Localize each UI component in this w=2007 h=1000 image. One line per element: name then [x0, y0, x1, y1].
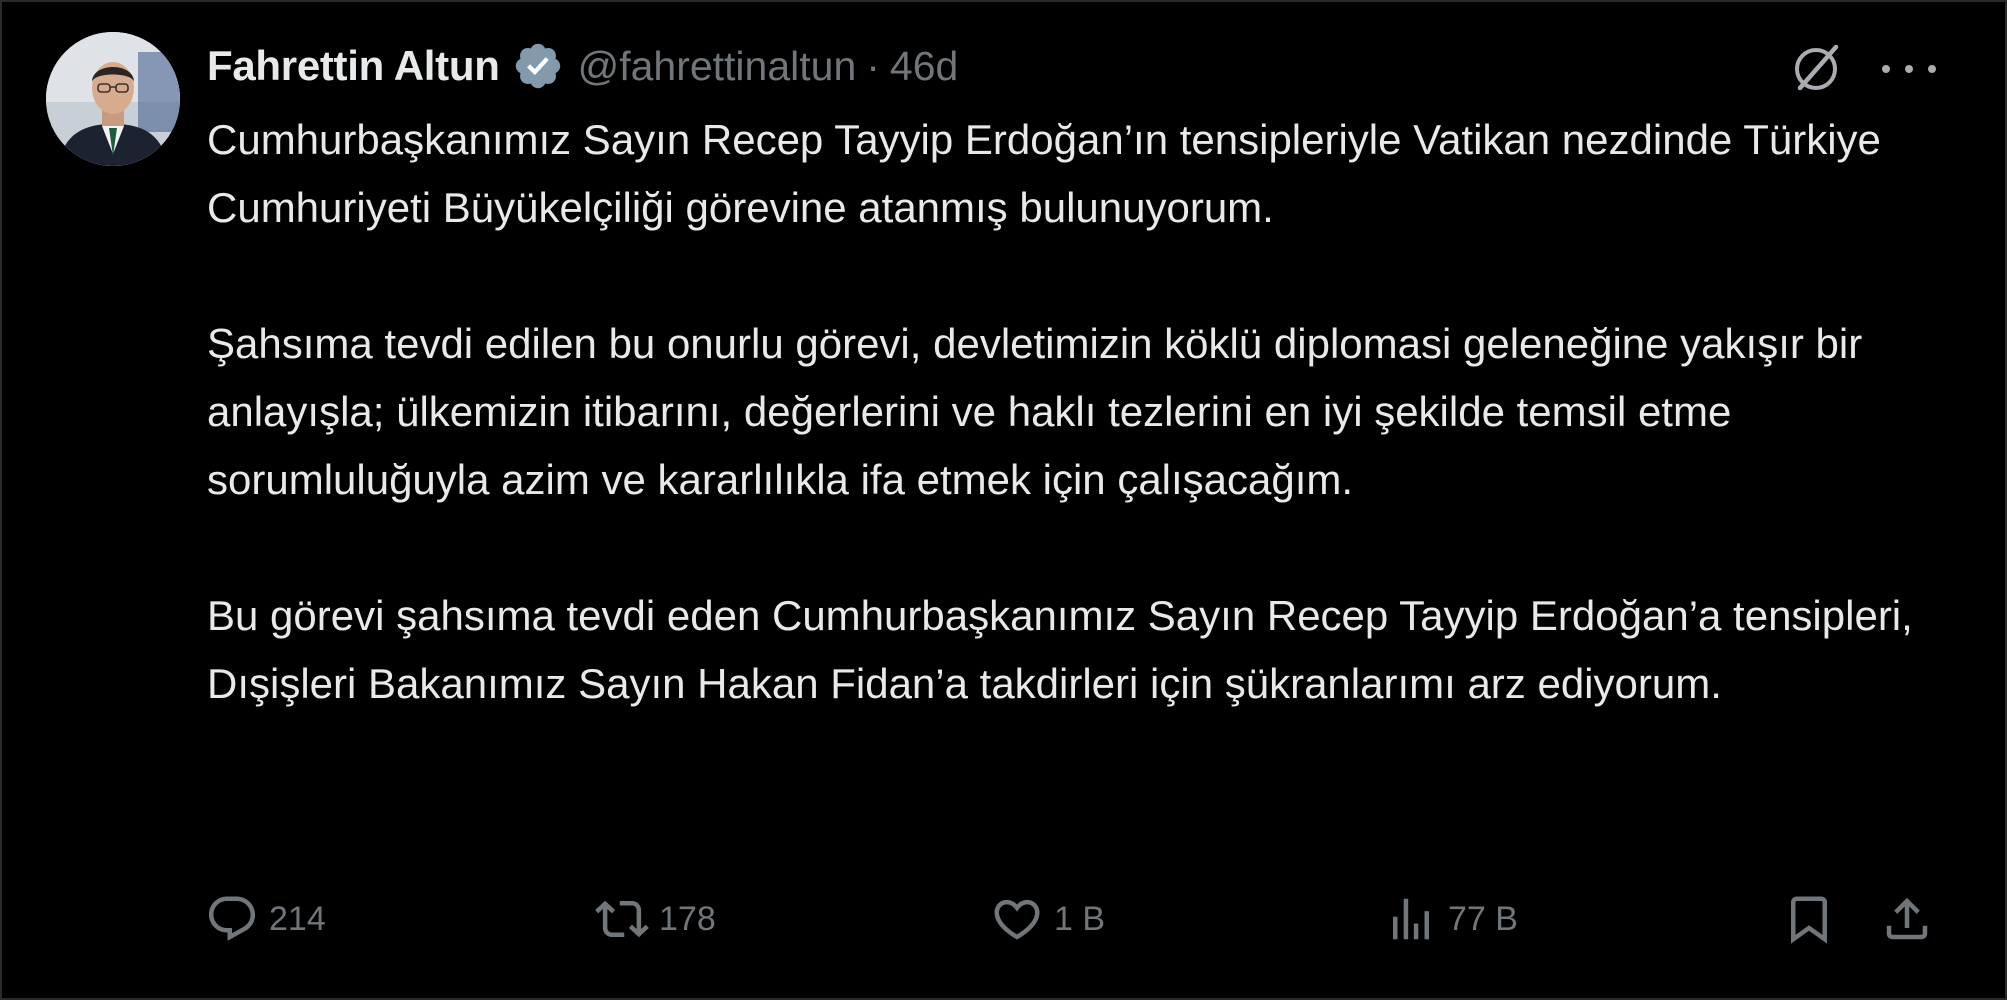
- tweet-header: Fahrettin Altun @fahrettinaltun · 46d: [207, 36, 958, 96]
- header-separator: ·: [866, 42, 880, 89]
- views-count: 77 B: [1448, 899, 1518, 938]
- views-button[interactable]: 77 B: [1384, 884, 1518, 954]
- bookmark-button[interactable]: [1782, 884, 1836, 954]
- more-dot: [1928, 65, 1936, 73]
- repost-button[interactable]: 178: [595, 884, 716, 954]
- tweet-timestamp[interactable]: 46d: [890, 43, 958, 90]
- like-button[interactable]: 1 B: [990, 884, 1105, 954]
- more-dot: [1882, 65, 1890, 73]
- avatar[interactable]: [46, 32, 180, 166]
- share-button[interactable]: [1880, 884, 1934, 954]
- repost-icon: [595, 900, 649, 938]
- grok-icon[interactable]: [1786, 38, 1846, 98]
- reply-button[interactable]: 214: [205, 884, 326, 954]
- like-count: 1 B: [1054, 899, 1106, 938]
- repost-count: 178: [659, 899, 716, 938]
- more-icon[interactable]: [1882, 44, 1936, 94]
- heart-icon: [994, 899, 1040, 940]
- author-handle[interactable]: @fahrettinaltun: [578, 43, 857, 90]
- avatar-image: [46, 32, 180, 166]
- author-name[interactable]: Fahrettin Altun: [207, 42, 500, 90]
- reply-count: 214: [269, 899, 326, 938]
- share-icon: [1886, 897, 1928, 940]
- tweet[interactable]: Fahrettin Altun @fahrettinaltun · 46d Cu…: [0, 0, 2003, 996]
- bookmark-icon: [1791, 896, 1827, 944]
- tweet-paragraph-1: Cumhurbaşkanımız Sayın Recep Tayyip Erdo…: [207, 116, 1881, 231]
- tweet-actions: 214 178 1 B 77 B: [0, 884, 2003, 954]
- more-dot: [1905, 65, 1913, 73]
- tweet-paragraph-2: Şahsıma tevdi edilen bu onurlu görevi, d…: [207, 320, 1863, 503]
- reply-icon: [208, 896, 256, 941]
- views-icon: [1393, 898, 1429, 940]
- tweet-text: Cumhurbaşkanımız Sayın Recep Tayyip Erdo…: [207, 106, 1967, 718]
- tweet-paragraph-3: Bu görevi şahsıma tevdi eden Cumhurbaşka…: [207, 592, 1913, 707]
- verified-badge-icon[interactable]: [512, 40, 564, 92]
